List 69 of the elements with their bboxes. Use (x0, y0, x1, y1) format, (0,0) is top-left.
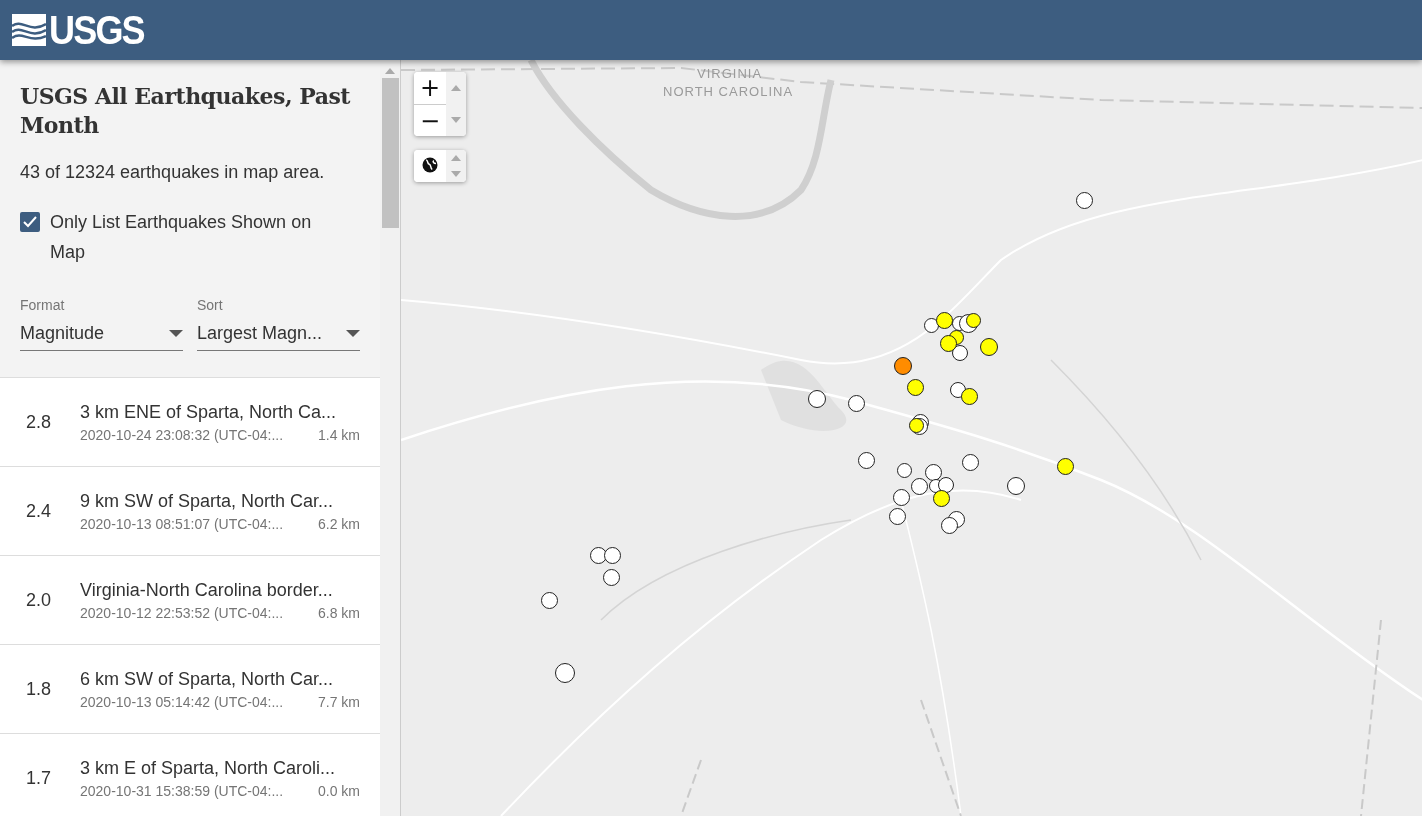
time-text: 2020-10-12 22:53:52 (UTC-04:... (80, 604, 284, 621)
select-label: Format (20, 297, 66, 313)
earthquake-marker[interactable] (980, 338, 998, 356)
place-text: 6 km SW of Sparta, North Car... (80, 668, 335, 690)
depth-text: 6.2 km (318, 515, 360, 532)
earthquake-marker[interactable] (952, 345, 968, 361)
depth-text: 1.4 km (318, 426, 360, 443)
map-label: VIRGINIA (697, 66, 763, 81)
earthquake-marker[interactable] (950, 382, 966, 398)
earthquake-marker[interactable] (555, 663, 575, 683)
select-field[interactable]: Magnitude (20, 319, 183, 351)
magnitude: 1.7 (25, 767, 53, 789)
feed-title: USGS All Earthquakes, Past Month (20, 82, 352, 140)
globe-button[interactable] (414, 150, 446, 182)
map[interactable]: VIRGINIA NORTH CAROLINA + − (401, 60, 1422, 816)
depth-text: 0.0 km (318, 782, 360, 799)
earthquake-marker[interactable] (894, 357, 912, 375)
time-text: 2020-10-31 15:38:59 (UTC-04:... (80, 782, 284, 799)
earthquake-marker[interactable] (857, 451, 875, 469)
place-text: 3 km E of Sparta, North Caroli... (80, 757, 337, 779)
earthquake-marker[interactable] (961, 453, 979, 471)
earthquake-marker[interactable] (923, 317, 939, 333)
select-label: Sort (197, 297, 224, 313)
earthquake-marker[interactable] (589, 546, 607, 564)
earthquake-marker[interactable] (888, 507, 906, 525)
time-text: 2020-10-13 05:14:42 (UTC-04:... (80, 693, 284, 710)
magnitude: 2.0 (25, 589, 53, 611)
time-text: 2020-10-13 08:51:07 (UTC-04:... (80, 515, 284, 532)
magnitude: 2.4 (25, 500, 53, 522)
earthquake-marker[interactable] (935, 311, 953, 329)
logo-text: USGS (49, 10, 144, 50)
zoom-out-button[interactable]: − (414, 104, 446, 136)
globe-icon (421, 156, 439, 174)
checkbox[interactable] (20, 212, 40, 232)
place-text: 3 km ENE of Sparta, North Ca... (80, 401, 338, 423)
magnitude: 2.8 (25, 411, 53, 433)
earthquake-marker[interactable] (603, 546, 621, 564)
earthquake-marker[interactable] (924, 463, 942, 481)
earthquake-marker[interactable] (602, 568, 620, 586)
earthquake-marker[interactable] (1056, 457, 1074, 475)
wave-logo-icon (12, 14, 46, 46)
earthquake-count: 43 of 12324 earthquakes in map area. (20, 162, 326, 183)
scrollbar-thumb[interactable] (381, 78, 399, 228)
earthquake-marker[interactable] (1075, 191, 1093, 209)
dropdown-caret-icon (169, 329, 183, 338)
earthquake-marker[interactable] (896, 462, 912, 478)
earthquake-marker[interactable] (940, 516, 958, 534)
map-label: NORTH CAROLINA (663, 84, 794, 99)
checkbox-label: Only List Earthquakes Shown on Map (50, 211, 313, 264)
usgs-logo[interactable]: USGS (12, 10, 155, 50)
scrollbar[interactable] (380, 60, 401, 816)
depth-text: 7.7 km (318, 693, 360, 710)
earthquake-marker[interactable] (540, 591, 558, 609)
place-text: Virginia-North Carolina border... (80, 579, 334, 601)
earthquake-marker[interactable] (1007, 477, 1025, 495)
earthquake-marker[interactable] (960, 387, 978, 405)
zoom-in-button[interactable]: + (414, 72, 446, 104)
earthquake-marker[interactable] (906, 378, 924, 396)
select-field[interactable]: Largest Magn... (197, 319, 360, 351)
magnitude: 1.8 (25, 678, 53, 700)
depth-text: 6.8 km (318, 604, 360, 621)
dropdown-caret-icon (346, 329, 360, 338)
earthquake-marker[interactable] (938, 477, 954, 493)
earthquake-marker[interactable] (939, 334, 957, 352)
place-text: 9 km SW of Sparta, North Car... (80, 490, 335, 512)
earthquake-marker[interactable] (847, 394, 865, 412)
time-text: 2020-10-24 23:08:32 (UTC-04:... (80, 426, 284, 443)
earthquake-marker[interactable] (892, 488, 910, 506)
earthquake-marker[interactable] (910, 477, 928, 495)
